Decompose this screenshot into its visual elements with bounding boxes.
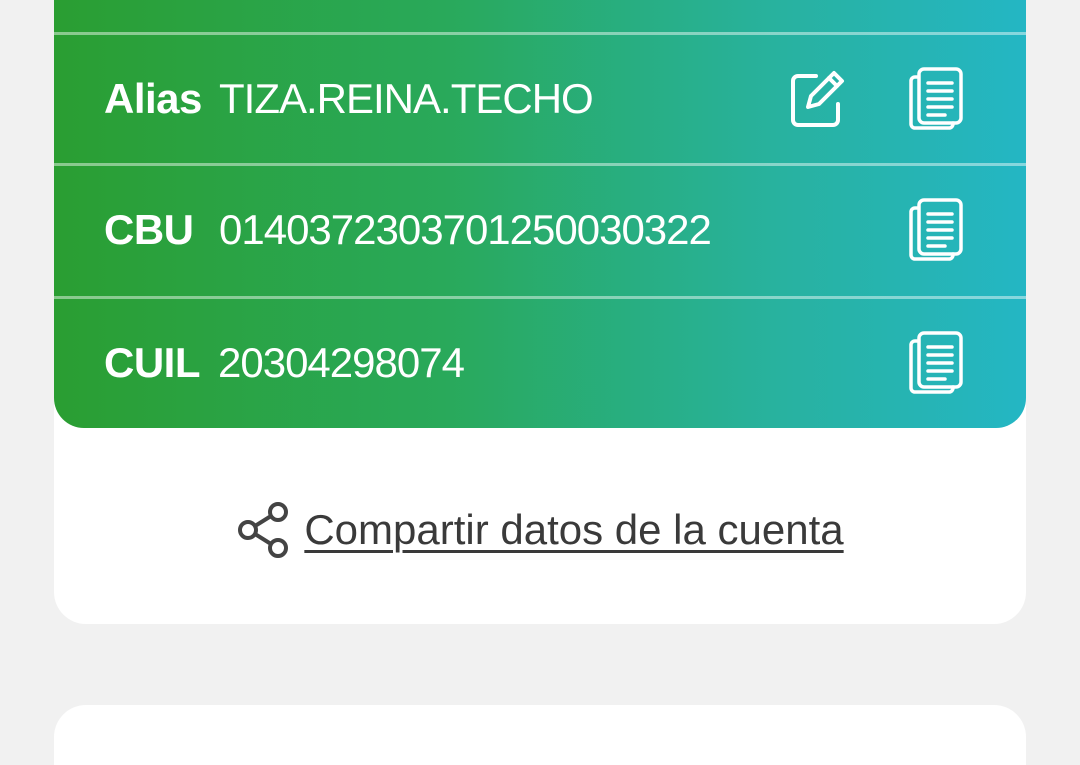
share-account-link[interactable]: Compartir datos de la cuenta: [304, 506, 843, 554]
cbu-row: CBU 0140372303701250030322: [54, 166, 1026, 294]
alias-value: TIZA.REINA.TECHO: [219, 75, 594, 122]
cbu-value: 0140372303701250030322: [219, 206, 712, 253]
alias-row: Alias TIZA.REINA.TECHO: [54, 35, 1026, 163]
copy-icon: [909, 67, 963, 130]
edit-alias-button[interactable]: [788, 67, 848, 131]
share-icon: [238, 502, 289, 558]
cuil-label: CUIL: [104, 339, 201, 386]
alias-label: Alias: [104, 75, 202, 122]
cuil-value: 20304298074: [218, 339, 465, 386]
cbu-label: CBU: [104, 206, 194, 253]
next-card: [54, 705, 1026, 765]
edit-icon: [791, 71, 844, 127]
account-details-panel: Alias TIZA.REINA.TECHO CBU 0140372303701…: [54, 0, 1026, 428]
copy-alias-button[interactable]: [907, 67, 967, 131]
copy-cbu-button[interactable]: [907, 198, 967, 262]
account-card: Alias TIZA.REINA.TECHO CBU 0140372303701…: [54, 0, 1026, 624]
copy-cuil-button[interactable]: [907, 331, 967, 395]
copy-icon: [909, 198, 963, 261]
cuil-row: CUIL 20304298074: [54, 299, 1026, 427]
share-account-button[interactable]: Compartir datos de la cuenta: [54, 490, 1026, 570]
copy-icon: [909, 331, 963, 394]
